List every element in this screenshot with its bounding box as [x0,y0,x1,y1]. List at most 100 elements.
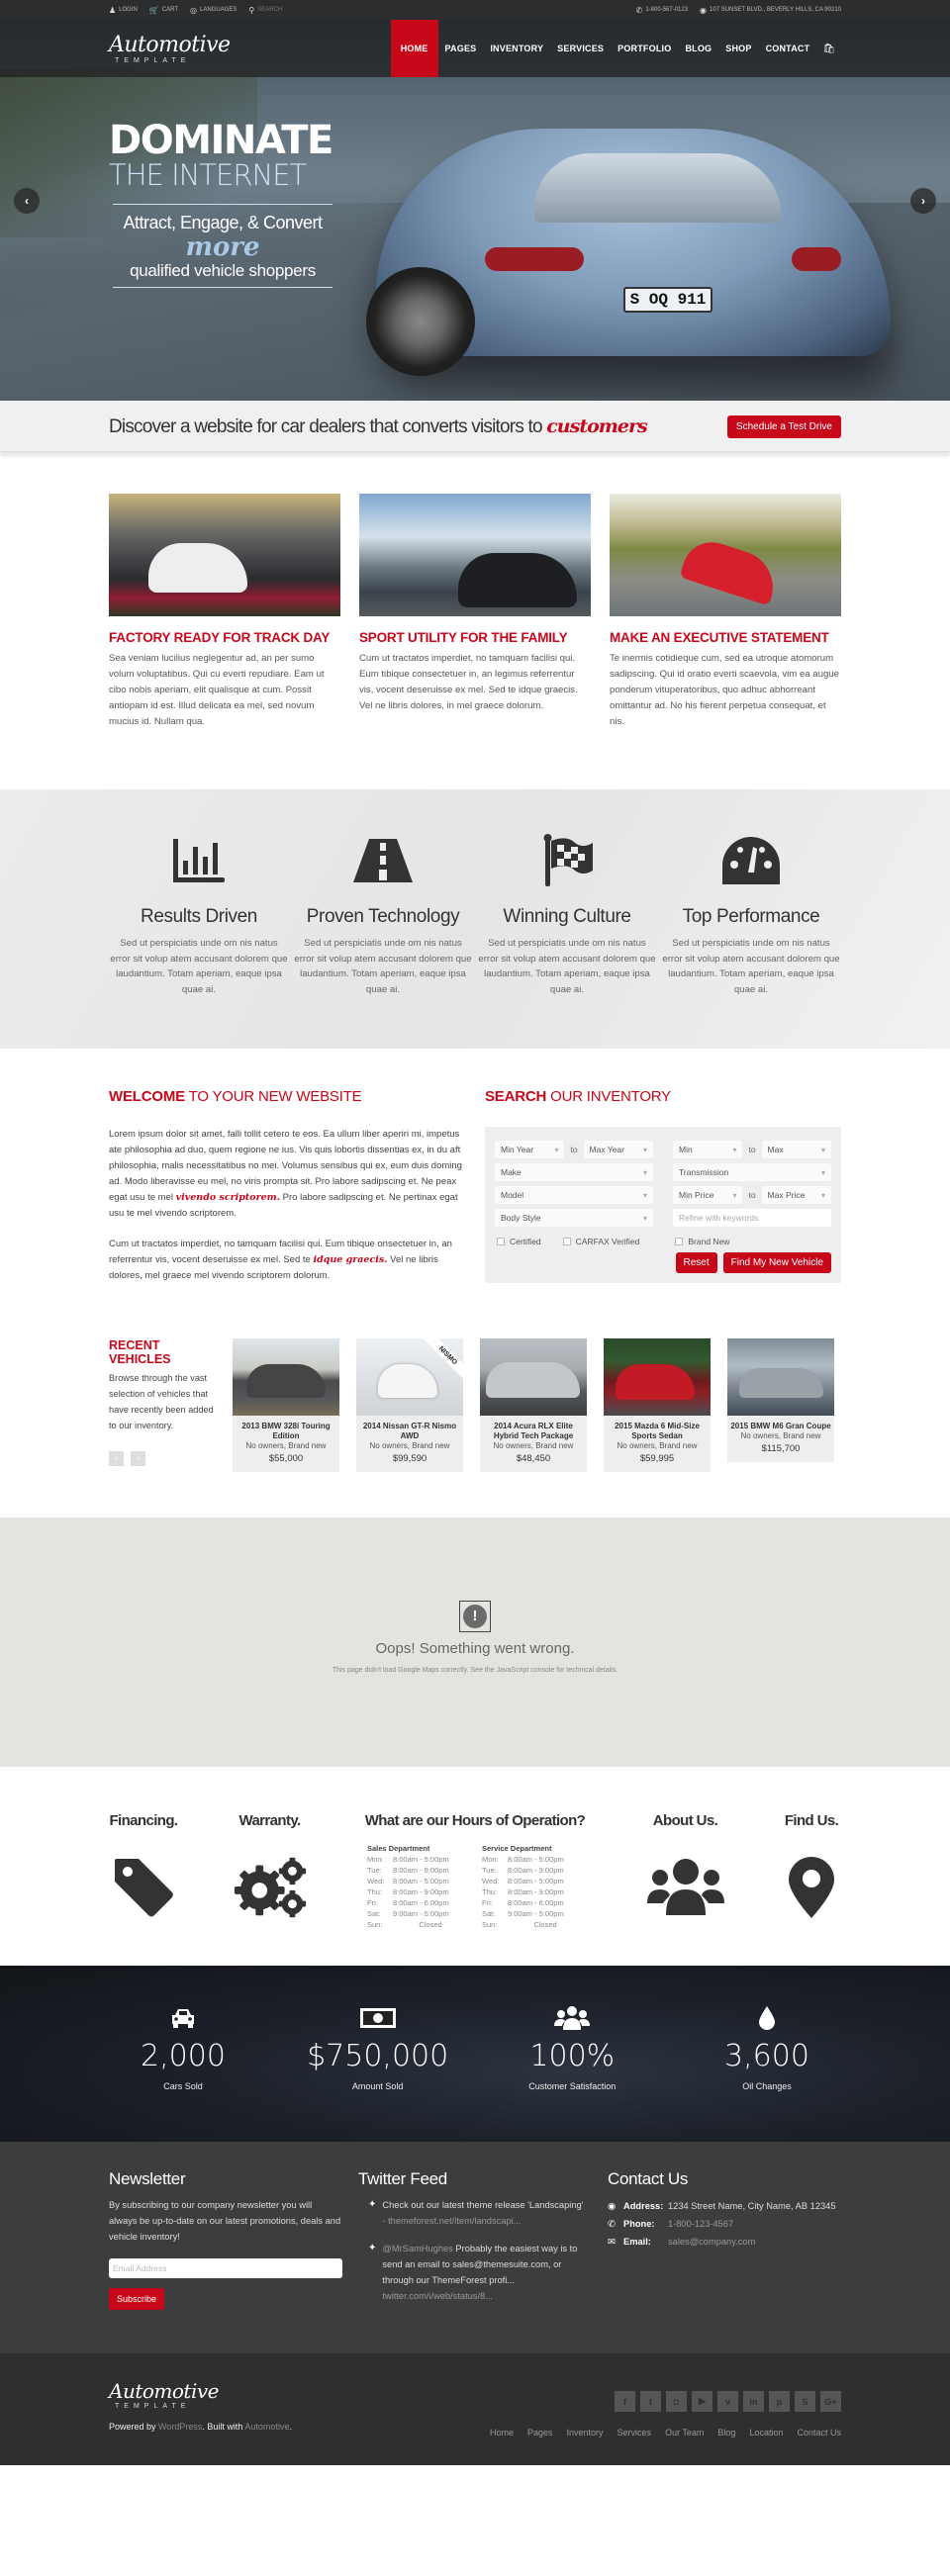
stat-item: $750,000 Amount Sold [304,2005,452,2091]
nav-inventory[interactable]: INVENTORY [483,20,550,77]
vimeo-icon[interactable]: v [717,2391,738,2412]
certified-checkbox[interactable]: Certified [497,1237,541,1246]
recent-vehicles: RECENT VEHICLES Browse through the vast … [0,1338,950,1518]
max-mileage-select[interactable]: Max [761,1141,831,1158]
schedule-test-drive-button[interactable]: Schedule a Test Drive [726,414,841,438]
newsletter-email-input[interactable]: Email Address [109,2258,342,2278]
feature-title: FACTORY READY FOR TRACK DAY [109,630,331,645]
cart-icon: 🛒 [148,5,159,15]
hero-headline: DOMINATE [109,118,333,163]
carousel-next-button[interactable]: › [131,1451,145,1466]
welcome-search-section: WELCOME TO YOUR NEW WEBSITE Lorem ipsum … [0,1049,950,1338]
recent-intro: RECENT VEHICLES Browse through the vast … [109,1338,216,1472]
max-year-select[interactable]: Max Year [583,1141,653,1158]
carousel-prev-button[interactable]: ‹ [109,1451,124,1466]
cart-link[interactable]: 🛒 Cart [149,6,178,15]
login-link[interactable]: ♟ Login [109,6,138,15]
find-vehicle-button[interactable]: Find My New Vehicle [722,1252,831,1273]
vehicle-image [727,1338,834,1416]
footer-link-pages[interactable]: Pages [527,2428,553,2438]
min-year-select[interactable]: Min Year [495,1141,565,1158]
contact-phone: ✆ Phone: 1-800-123-4567 [608,2215,841,2233]
map-marker-icon: ◉ [608,2201,617,2211]
vehicle-card[interactable]: 2013 BMW 328i Touring Edition No owners,… [233,1338,339,1472]
footer-link-inventory[interactable]: Inventory [567,2428,604,2438]
youtube-icon[interactable]: ▶ [692,2391,712,2412]
phone-icon: ✆ [608,2219,616,2229]
slider-next-button[interactable]: › [910,188,936,214]
nav-pages[interactable]: PAGES [438,20,484,77]
wordpress-link[interactable]: WordPress [158,2422,202,2432]
stat-item: 2,000 Cars Sold [109,2005,257,2091]
about-column[interactable]: About Us. [641,1812,730,1930]
tweet-link[interactable]: twitter.com/i/web/status/8... [382,2291,493,2301]
skype-icon[interactable]: S [795,2391,815,2412]
google-plus-icon[interactable]: G+ [820,2391,841,2412]
brand-new-checkbox[interactable]: Brand New [675,1237,729,1246]
vehicle-card[interactable]: 2014 Acura RLX Elite Hybrid Tech Package… [480,1338,587,1472]
vehicle-card[interactable]: 2015 BMW M6 Gran Coupe No owners, Brand … [727,1338,834,1462]
info-section: Financing. Warranty. What are our Hours … [0,1767,950,1966]
nav-blog[interactable]: BLOG [678,20,718,77]
footer-link-services[interactable]: Services [618,2428,652,2438]
hero-tagline-2: qualified vehicle shoppers [130,261,316,280]
linkedin-icon[interactable]: in [743,2391,764,2412]
twitter-icon[interactable]: t [640,2391,661,2412]
tweet-link[interactable]: - themeforest.net/item/landscapi... [382,2216,521,2226]
transmission-select[interactable]: Transmission [673,1163,831,1181]
min-price-select[interactable]: Min Price [673,1186,743,1204]
nav-portfolio[interactable]: PORTFOLIO [611,20,678,77]
warranty-column[interactable]: Warranty. [231,1812,310,1930]
nav-shop[interactable]: SHOP [718,20,758,77]
facebook-icon[interactable]: f [615,2391,635,2412]
nav-services[interactable]: SERVICES [550,20,611,77]
nav-home[interactable]: HOME [390,20,438,77]
financing-column[interactable]: Financing. [109,1812,178,1930]
footer-link-our-team[interactable]: Our Team [665,2428,704,2438]
shopping-bag-icon[interactable]: 🛍 [816,20,841,77]
search-title: SEARCH OUR INVENTORY [485,1088,671,1105]
max-price-select[interactable]: Max Price [761,1186,831,1204]
pinterest-icon[interactable]: p [769,2391,790,2412]
nav-contact[interactable]: CONTACT [759,20,817,77]
twitter-widget: Twitter Feed ✦ Check out our latest them… [358,2169,592,2316]
feature-card: SPORT UTILITY FOR THE FAMILY Cum ut trac… [359,494,591,730]
search-toggle[interactable]: ⚲ Search [248,6,282,15]
site-logo[interactable]: Automotive TEMPLATE [109,33,231,64]
languages-link[interactable]: ◎ Languages [190,6,237,15]
footer-link-location[interactable]: Location [749,2428,783,2438]
track-car-image[interactable] [109,494,340,616]
vehicle-card[interactable]: 2015 Mazda 6 Mid-Size Sports Sedan No ow… [604,1338,711,1472]
carfax-checkbox[interactable]: CARFAX Verified [562,1237,639,1246]
tweet-user-link[interactable]: @MrSamHughes [382,2244,452,2254]
subscribe-button[interactable]: Subscribe [109,2288,165,2310]
hero-divider [113,287,332,288]
instagram-icon[interactable]: ◘ [666,2391,687,2412]
speedometer-icon [661,833,841,888]
make-select[interactable]: Make [495,1163,653,1181]
executive-car-image[interactable] [610,494,841,616]
cta-banner: Discover a website for car dealers that … [0,401,950,452]
hero-caption: DOMINATE THE INTERNET Attract, Engage, &… [109,121,336,296]
tweet: ✦ Check out our latest theme release 'La… [358,2197,592,2229]
body-style-select[interactable]: Body Style [495,1209,653,1227]
vehicle-card[interactable]: NISMO 2014 Nissan GT-R Nismo AWD No owne… [356,1338,463,1472]
user-icon: ♟ [109,5,117,15]
footer-link-home[interactable]: Home [490,2428,514,2438]
find-us-column[interactable]: Find Us. [782,1812,841,1930]
footer-link-blog[interactable]: Blog [717,2428,735,2438]
feature-title: MAKE AN EXECUTIVE STATEMENT [610,630,829,645]
checkered-flag-icon [477,833,657,888]
email-link[interactable]: sales@company.com [668,2233,755,2251]
google-map-error: ! Oops! Something went wrong. This page … [0,1518,950,1767]
footer-logo[interactable]: Automotive TEMPLATE [109,2379,292,2410]
slider-prev-button[interactable]: ‹ [14,188,40,214]
footer-link-contact[interactable]: Contact Us [797,2428,841,2438]
suv-image[interactable] [359,494,591,616]
automotive-link[interactable]: Automotive [244,2422,289,2432]
reset-button[interactable]: Reset [675,1252,717,1273]
model-select[interactable]: Model [495,1186,653,1204]
min-mileage-select[interactable]: Min [673,1141,743,1158]
twitter-bird-icon: ✦ [368,2199,377,2210]
keywords-input[interactable]: Refine with keywords [673,1209,831,1227]
